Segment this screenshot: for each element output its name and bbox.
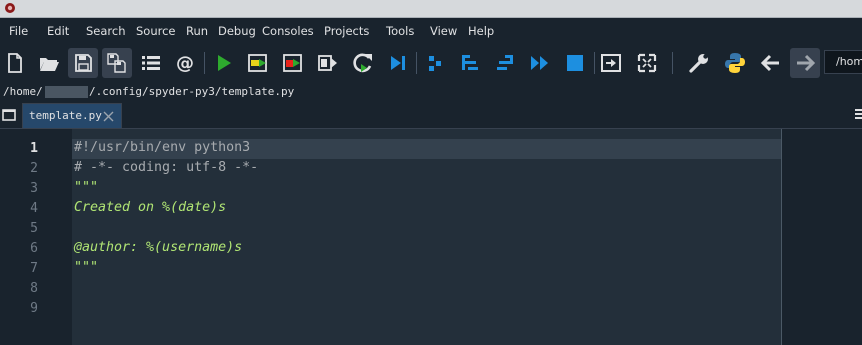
rerun-icon xyxy=(353,53,372,73)
menu-bar: File Edit Search Source Run Debug Consol… xyxy=(0,18,862,43)
file-switcher-button[interactable] xyxy=(136,48,166,78)
preferences-button[interactable] xyxy=(684,48,714,78)
step-return-icon xyxy=(497,55,513,70)
code-line[interactable]: """ xyxy=(74,260,98,275)
editor-right-margin xyxy=(782,129,862,345)
forward-button[interactable] xyxy=(790,48,820,78)
run-selection-button[interactable] xyxy=(313,48,343,78)
line-number: 3 xyxy=(30,181,38,196)
toolbar-separator xyxy=(672,52,673,74)
code-area[interactable]: #!/usr/bin/env python3 # -*- coding: utf… xyxy=(72,129,854,345)
rerun-button[interactable] xyxy=(348,48,378,78)
continue-button[interactable] xyxy=(525,48,555,78)
line-number: 7 xyxy=(30,261,38,276)
toolbar-separator xyxy=(594,52,595,74)
menu-file[interactable]: File xyxy=(9,24,28,38)
python-icon xyxy=(725,53,745,73)
fullscreen-button[interactable] xyxy=(632,48,662,78)
menu-source[interactable]: Source xyxy=(136,24,176,38)
svg-text:@: @ xyxy=(176,53,194,74)
debug-play-icon xyxy=(391,56,405,70)
working-directory-combobox[interactable]: /home xyxy=(824,50,862,74)
toolbar-separator xyxy=(204,52,205,74)
folder-open-icon xyxy=(40,58,59,71)
back-button[interactable] xyxy=(756,48,786,78)
continue-icon xyxy=(531,56,548,70)
save-button[interactable] xyxy=(68,48,98,78)
new-file-icon xyxy=(8,53,22,73)
menu-edit[interactable]: Edit xyxy=(47,24,69,38)
tab-template-py[interactable]: template.py xyxy=(22,103,122,128)
code-line[interactable]: Created on %(date)s xyxy=(74,200,226,215)
menu-consoles[interactable]: Consoles xyxy=(262,24,314,38)
close-icon[interactable] xyxy=(103,111,114,122)
menu-search[interactable]: Search xyxy=(86,24,126,38)
menu-debug[interactable]: Debug xyxy=(218,24,256,38)
stop-icon xyxy=(567,55,583,71)
symbol-finder-button[interactable]: @ xyxy=(170,48,200,78)
line-number: 4 xyxy=(30,201,38,216)
run-play-icon xyxy=(218,55,231,71)
run-cell-advance-button[interactable] xyxy=(278,48,308,78)
arrow-left-icon xyxy=(760,54,779,72)
step-return-button[interactable] xyxy=(490,48,520,78)
editor-tab-bar: template.py xyxy=(0,101,862,129)
step-into-button[interactable] xyxy=(455,48,485,78)
at-sign-icon: @ xyxy=(176,53,194,74)
line-number: 2 xyxy=(30,161,38,176)
redacted-username xyxy=(45,86,88,98)
file-path-bar: /home/ /.config/spyder-py3/template.py xyxy=(0,83,862,101)
run-cell-button[interactable] xyxy=(243,48,273,78)
spyder-app-icon xyxy=(5,3,15,13)
new-file-button[interactable] xyxy=(0,48,30,78)
save-all-button[interactable] xyxy=(102,48,132,78)
open-file-button[interactable] xyxy=(34,48,64,78)
code-line[interactable]: #!/usr/bin/env python3 xyxy=(74,140,250,155)
code-editor[interactable]: 1 2 3 4 5 6 7 8 9 #!/usr/bin/env python3… xyxy=(0,129,862,345)
line-number: 1 xyxy=(30,141,38,156)
code-line[interactable]: @author: %(username)s xyxy=(74,240,242,255)
maximize-pane-button[interactable] xyxy=(596,48,626,78)
tab-label: template.py xyxy=(29,109,102,122)
debug-button[interactable] xyxy=(383,48,413,78)
fullscreen-icon xyxy=(637,53,657,73)
window-titlebar xyxy=(0,0,862,18)
step-button[interactable] xyxy=(420,48,450,78)
code-line[interactable]: """ xyxy=(74,180,98,195)
menu-tools[interactable]: Tools xyxy=(386,24,414,38)
run-selection-icon xyxy=(318,55,337,71)
step-into-icon xyxy=(462,55,478,70)
line-number: 8 xyxy=(30,281,38,296)
wrench-icon xyxy=(689,54,708,73)
options-menu-icon[interactable] xyxy=(853,107,862,121)
code-line[interactable]: # -*- coding: utf-8 -*- xyxy=(74,160,258,175)
menu-view[interactable]: View xyxy=(430,24,457,38)
file-path-suffix: /.config/spyder-py3/template.py xyxy=(89,85,295,98)
main-toolbar: @ xyxy=(0,43,862,83)
python-path-manager-button[interactable] xyxy=(720,48,750,78)
save-icon xyxy=(75,54,92,72)
toolbar-separator xyxy=(416,52,417,74)
maximize-pane-icon xyxy=(601,54,621,72)
line-number: 5 xyxy=(30,221,38,236)
menu-help[interactable]: Help xyxy=(468,24,494,38)
run-cell-icon xyxy=(248,54,267,72)
menu-projects[interactable]: Projects xyxy=(324,24,369,38)
arrow-right-icon xyxy=(797,54,816,72)
run-file-button[interactable] xyxy=(208,48,238,78)
run-cell-advance-icon xyxy=(283,54,302,72)
stop-debug-button[interactable] xyxy=(560,48,590,78)
line-number: 9 xyxy=(30,301,38,316)
step-icon xyxy=(429,56,441,71)
file-path-prefix: /home/ xyxy=(3,85,43,98)
browse-tabs-icon[interactable] xyxy=(0,106,18,124)
menu-run[interactable]: Run xyxy=(186,24,208,38)
line-number-gutter: 1 2 3 4 5 6 7 8 9 xyxy=(0,129,72,345)
line-number: 6 xyxy=(30,241,38,256)
list-icon xyxy=(142,56,160,70)
save-all-icon xyxy=(107,53,126,73)
